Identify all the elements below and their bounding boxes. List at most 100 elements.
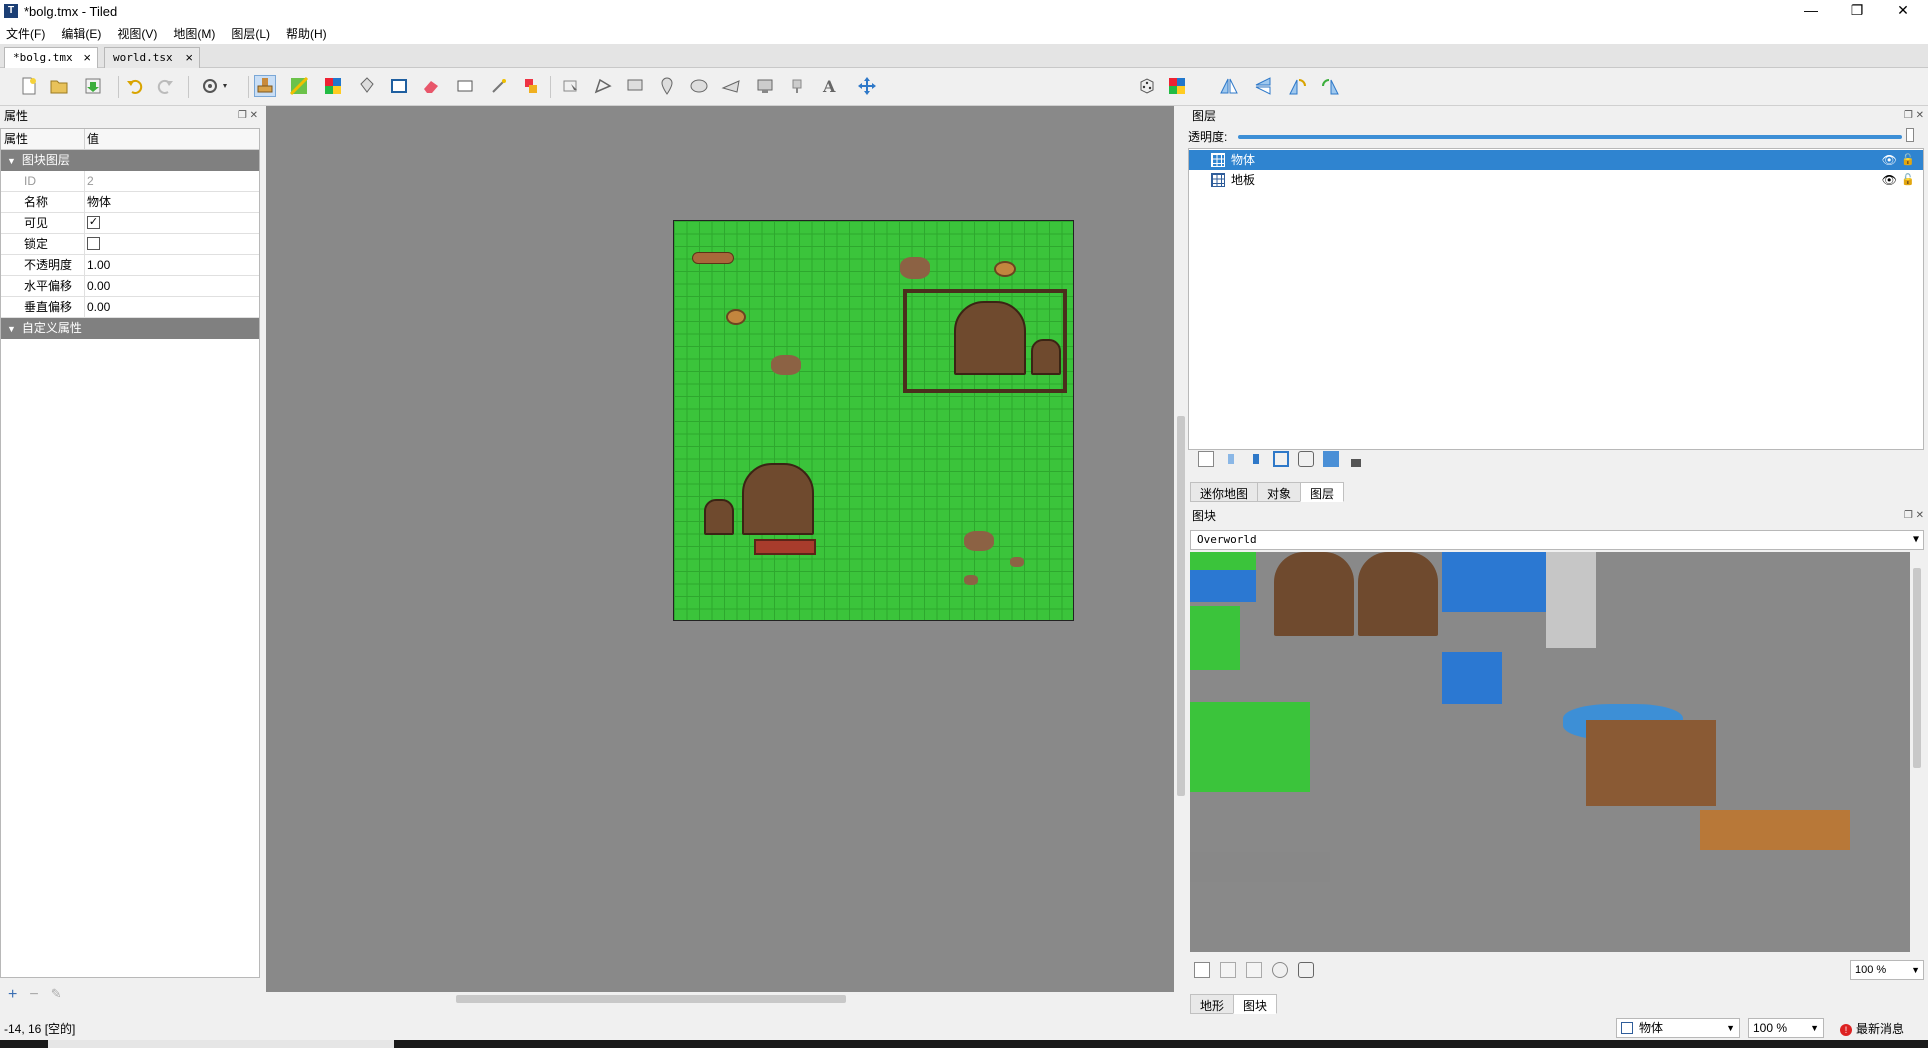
insert-ellipse-icon[interactable]	[688, 75, 710, 97]
chevron-down-icon[interactable]: ▼	[1810, 1019, 1819, 1037]
visibility-eye-icon[interactable]: 👁	[1882, 150, 1897, 170]
tab-minimap[interactable]: 迷你地图	[1190, 482, 1259, 502]
flip-horizontal-icon[interactable]	[1218, 75, 1240, 97]
duplicate-layer-icon[interactable]	[1273, 451, 1289, 467]
tab-terrain[interactable]: 地形	[1190, 994, 1235, 1014]
menu-view[interactable]: 视图(V)	[117, 25, 157, 42]
tab-world-tsx[interactable]: world.tsx ×	[104, 47, 200, 68]
offset-x-field[interactable]: 0.00	[85, 276, 259, 296]
stamp-brush-icon[interactable]	[254, 75, 276, 97]
minimize-button[interactable]: —	[1788, 0, 1834, 22]
tab-objects[interactable]: 对象	[1257, 482, 1302, 502]
wang-brush-icon[interactable]	[322, 75, 344, 97]
insert-polygon-icon[interactable]	[720, 75, 742, 97]
open-file-icon[interactable]	[48, 75, 70, 97]
magic-wand-icon[interactable]	[488, 75, 510, 97]
layer-row-floor[interactable]: 地板 👁 🔓	[1189, 170, 1923, 190]
rotate-left-icon[interactable]	[1286, 75, 1308, 97]
unlock-icon[interactable]: 🔓	[1901, 150, 1915, 170]
new-layer-icon[interactable]	[1198, 451, 1214, 467]
remove-property-icon[interactable]: −	[29, 986, 38, 1004]
remove-tileset-icon[interactable]	[1298, 962, 1314, 978]
visibility-eye-icon[interactable]: 👁	[1882, 170, 1897, 190]
eraser-icon[interactable]	[420, 75, 442, 97]
scrollbar-thumb[interactable]	[456, 995, 846, 1003]
close-tab-icon[interactable]: ×	[185, 50, 193, 65]
zoom-select[interactable]: 100 % ▼	[1748, 1018, 1824, 1038]
chevron-down-icon[interactable]: ▼	[1911, 961, 1920, 979]
add-property-icon[interactable]: +	[8, 986, 17, 1004]
canvas-vertical-scrollbar[interactable]	[1174, 106, 1188, 1006]
collapse-triangle-icon[interactable]: ▼	[7, 319, 16, 340]
restore-button[interactable]: ❐	[1834, 0, 1880, 22]
export-tileset-icon[interactable]	[1246, 962, 1262, 978]
tileset-view[interactable]	[1190, 552, 1910, 952]
tileset-tab[interactable]: Overworld ▼	[1190, 530, 1924, 550]
menu-map[interactable]: 地图(M)	[173, 25, 215, 42]
tab-bolg-tmx[interactable]: *bolg.tmx ×	[4, 47, 98, 68]
locked-checkbox[interactable]	[87, 237, 100, 251]
canvas-horizontal-scrollbar[interactable]	[266, 992, 1174, 1006]
menu-edit[interactable]: 编辑(E)	[61, 25, 101, 42]
group-tile-layer[interactable]: ▼ 图块图层	[1, 150, 259, 171]
menu-file[interactable]: 文件(F)	[6, 25, 45, 42]
close-button[interactable]: ✕	[1880, 0, 1926, 22]
property-row-opacity[interactable]: 不透明度 1.00	[1, 255, 259, 276]
news-button[interactable]: ! 最新消息	[1840, 1020, 1904, 1037]
visible-checkbox[interactable]: ✓	[87, 216, 100, 230]
flip-vertical-icon[interactable]	[1252, 75, 1274, 97]
edit-polygons-icon[interactable]	[592, 75, 614, 97]
terrain-brush-icon[interactable]	[288, 75, 310, 97]
select-same-tile-icon[interactable]	[520, 75, 542, 97]
property-row-offset-y[interactable]: 垂直偏移 0.00	[1, 297, 259, 318]
select-objects-icon[interactable]	[560, 75, 582, 97]
chevron-down-icon[interactable]: ▼	[1726, 1019, 1735, 1037]
raise-layer-icon[interactable]	[1223, 451, 1239, 467]
collapse-triangle-icon[interactable]: ▼	[7, 151, 16, 172]
panel-float-close-icons[interactable]: ❐ ✕	[1904, 106, 1924, 126]
opacity-slider-handle[interactable]	[1906, 128, 1914, 142]
menu-help[interactable]: 帮助(H)	[286, 25, 327, 42]
offset-y-field[interactable]: 0.00	[85, 297, 259, 317]
taskbar-item[interactable]	[48, 1040, 394, 1048]
redo-icon[interactable]	[154, 75, 176, 97]
insert-template-icon[interactable]	[786, 75, 808, 97]
rotate-right-icon[interactable]	[1320, 75, 1342, 97]
property-row-locked[interactable]: 锁定	[1, 234, 259, 255]
rect-select-icon[interactable]	[454, 75, 476, 97]
panel-float-close-icons[interactable]: ❐ ✕	[1904, 506, 1924, 526]
tileset-vertical-scrollbar[interactable]	[1910, 552, 1924, 952]
shape-fill-icon[interactable]	[388, 75, 410, 97]
embed-tileset-icon[interactable]	[1220, 962, 1236, 978]
lower-layer-icon[interactable]	[1248, 451, 1264, 467]
show-other-layers-icon[interactable]	[1323, 451, 1339, 467]
layer-select[interactable]: 物体 ▼	[1616, 1018, 1740, 1038]
delete-layer-icon[interactable]	[1298, 451, 1314, 467]
tileset-zoom-select[interactable]: 100 % ▼	[1850, 960, 1924, 980]
property-row-visible[interactable]: 可见 ✓	[1, 213, 259, 234]
edit-tileset-icon[interactable]	[1272, 962, 1288, 978]
menu-layer[interactable]: 图层(L)	[231, 25, 270, 42]
save-icon[interactable]	[82, 75, 104, 97]
rename-property-icon[interactable]: ✎	[51, 986, 62, 1004]
opacity-slider[interactable]	[1238, 135, 1902, 139]
tile-map[interactable]	[673, 220, 1074, 621]
layer-row-objects[interactable]: 物体 👁 🔓	[1189, 150, 1923, 170]
new-file-icon[interactable]	[18, 75, 40, 97]
tab-layers[interactable]: 图层	[1300, 482, 1345, 502]
bucket-fill-icon[interactable]	[356, 75, 378, 97]
scrollbar-thumb[interactable]	[1177, 416, 1185, 796]
random-mode-icon[interactable]	[1136, 75, 1158, 97]
scrollbar-thumb[interactable]	[1913, 568, 1921, 768]
property-row-offset-x[interactable]: 水平偏移 0.00	[1, 276, 259, 297]
insert-tile-icon[interactable]	[754, 75, 776, 97]
commands-icon[interactable]	[198, 75, 234, 97]
new-tileset-icon[interactable]	[1194, 962, 1210, 978]
lock-layer-icon[interactable]	[1348, 451, 1364, 467]
chevron-down-icon[interactable]: ▼	[1913, 531, 1919, 549]
close-tab-icon[interactable]: ×	[83, 50, 91, 65]
unlock-icon[interactable]: 🔓	[1901, 170, 1915, 190]
group-custom-properties[interactable]: ▼ 自定义属性	[1, 318, 259, 339]
insert-rectangle-icon[interactable]	[624, 75, 646, 97]
name-field[interactable]: 物体	[85, 192, 259, 212]
